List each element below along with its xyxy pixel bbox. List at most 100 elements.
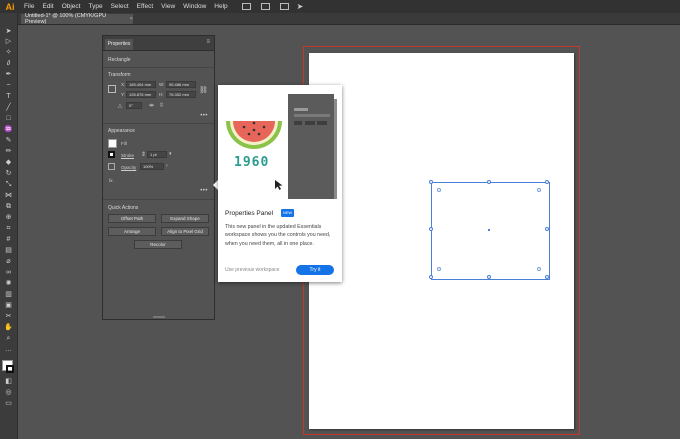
- shaper-tool-icon[interactable]: ✎: [4, 137, 13, 145]
- app-logo: Ai: [5, 1, 15, 12]
- flip-horizontal-icon[interactable]: ⇹: [149, 102, 154, 109]
- opacity-field[interactable]: 100%: [140, 163, 164, 170]
- opacity-icon: [108, 163, 115, 170]
- direct-selection-tool-icon[interactable]: ▷: [4, 38, 13, 46]
- expand-shape-button[interactable]: Expand Shape: [161, 214, 209, 223]
- stroke-stepper-icon[interactable]: ⇕: [141, 151, 146, 158]
- corner-widget[interactable]: [437, 267, 441, 271]
- use-previous-workspace-link[interactable]: Use previous workspace: [225, 267, 279, 273]
- perspective-grid-tool-icon[interactable]: ⌗: [4, 225, 13, 233]
- arrange-documents-icon[interactable]: [260, 3, 270, 10]
- angle-field[interactable]: 0°: [126, 102, 142, 109]
- artboard-tool-icon[interactable]: ▣: [4, 302, 13, 310]
- more-tools-icon[interactable]: …: [4, 346, 13, 354]
- fx-label[interactable]: fx.: [109, 178, 114, 183]
- resize-handle[interactable]: [429, 275, 433, 279]
- watermelon-icon: [226, 121, 282, 149]
- scale-tool-icon[interactable]: ⤡: [4, 181, 13, 189]
- rotate-tool-icon[interactable]: ↻: [4, 170, 13, 178]
- corner-widget[interactable]: [437, 188, 441, 192]
- opacity-label[interactable]: Opacity: [121, 165, 136, 170]
- panel-resize-grip[interactable]: [153, 316, 165, 318]
- gradient-tool-icon[interactable]: ▤: [4, 247, 13, 255]
- try-it-button[interactable]: Try it: [296, 265, 334, 275]
- paintbrush-tool-icon[interactable]: ♒: [4, 126, 13, 134]
- align-to-pixel-grid-button[interactable]: Align to Pixel Grid: [161, 227, 209, 236]
- recolor-button[interactable]: Recolor: [134, 240, 182, 249]
- fill-label: Fill: [121, 141, 127, 146]
- mesh-tool-icon[interactable]: #: [4, 236, 13, 244]
- document-tab[interactable]: Untitled-1* @ 100% (CMYK/GPU Preview) ×: [21, 13, 133, 25]
- stroke-swatch[interactable]: [108, 151, 115, 158]
- hand-tool-icon[interactable]: ✋: [4, 324, 13, 332]
- resize-handle[interactable]: [429, 227, 433, 231]
- close-tab-icon[interactable]: ×: [130, 16, 133, 22]
- offset-path-button[interactable]: Offset Path: [108, 214, 156, 223]
- menu-effect[interactable]: Effect: [133, 3, 158, 10]
- resize-handle[interactable]: [545, 227, 549, 231]
- fill-swatch[interactable]: [108, 139, 117, 148]
- y-field[interactable]: 126.876 mm: [126, 91, 156, 98]
- width-tool-icon[interactable]: ⋈: [4, 192, 13, 200]
- eraser-tool-icon[interactable]: ◆: [4, 159, 13, 167]
- resize-handle[interactable]: [545, 275, 549, 279]
- appearance-title: Appearance: [108, 128, 135, 134]
- appearance-more-options[interactable]: •••: [200, 188, 208, 194]
- eyedropper-tool-icon[interactable]: ⌀: [4, 258, 13, 266]
- resize-handle[interactable]: [487, 180, 491, 184]
- column-graph-tool-icon[interactable]: ▥: [4, 291, 13, 299]
- h-field[interactable]: 76.352 mm: [166, 91, 196, 98]
- transform-title: Transform: [108, 72, 131, 78]
- menu-file[interactable]: File: [20, 3, 38, 10]
- flip-vertical-icon[interactable]: ⇳: [159, 102, 164, 109]
- lasso-tool-icon[interactable]: ∂: [4, 60, 13, 68]
- free-transform-tool-icon[interactable]: ⧉: [4, 203, 13, 211]
- line-tool-icon[interactable]: ╱: [4, 104, 13, 112]
- menu-view[interactable]: View: [157, 3, 179, 10]
- curvature-tool-icon[interactable]: ~: [4, 82, 13, 90]
- chevron-right-icon[interactable]: ›: [166, 163, 168, 169]
- properties-tab[interactable]: Properties: [105, 39, 133, 50]
- shape-builder-tool-icon[interactable]: ⊕: [4, 214, 13, 222]
- menu-window[interactable]: Window: [179, 3, 210, 10]
- blend-tool-icon[interactable]: ∞: [4, 269, 13, 277]
- stroke-weight-field[interactable]: 1 pt: [147, 151, 167, 158]
- type-tool-icon[interactable]: T: [4, 93, 13, 101]
- send-icon[interactable]: ➤: [297, 2, 304, 11]
- menu-select[interactable]: Select: [107, 3, 133, 10]
- zoom-tool-icon[interactable]: ⌕: [4, 335, 13, 343]
- resize-handle[interactable]: [487, 275, 491, 279]
- x-field[interactable]: 165.404 mm: [126, 81, 156, 88]
- resize-handle[interactable]: [429, 180, 433, 184]
- resize-handle[interactable]: [545, 180, 549, 184]
- popup-description: This new panel in the updated Essentials…: [225, 224, 331, 247]
- workspace-grid-icon[interactable]: [279, 3, 289, 10]
- bridge-icon[interactable]: [241, 3, 251, 10]
- pen-tool-icon[interactable]: ✒: [4, 71, 13, 79]
- menu-object[interactable]: Object: [58, 3, 85, 10]
- w-field[interactable]: 95.486 mm: [166, 81, 196, 88]
- rectangle-tool-icon[interactable]: □: [4, 115, 13, 123]
- arrange-button[interactable]: Arrange: [108, 227, 156, 236]
- transform-more-options[interactable]: •••: [200, 113, 208, 119]
- magic-wand-tool-icon[interactable]: ✧: [4, 49, 13, 57]
- draw-mode-icon[interactable]: ◎: [4, 389, 13, 397]
- corner-widget[interactable]: [537, 267, 541, 271]
- slice-tool-icon[interactable]: ✂: [4, 313, 13, 321]
- chevron-down-icon[interactable]: ▾: [169, 151, 172, 157]
- selected-rectangle[interactable]: [431, 182, 550, 280]
- reference-point-icon[interactable]: [108, 85, 116, 93]
- stroke-color-swatch[interactable]: [6, 365, 14, 373]
- screen-mode-icon[interactable]: ▭: [4, 400, 13, 408]
- stroke-label[interactable]: Stroke: [121, 153, 134, 158]
- color-mode-icon[interactable]: ◧: [4, 378, 13, 386]
- symbol-sprayer-tool-icon[interactable]: ✺: [4, 280, 13, 288]
- panel-menu-icon[interactable]: ≡: [206, 39, 210, 45]
- corner-widget[interactable]: [537, 188, 541, 192]
- menu-edit[interactable]: Edit: [38, 3, 57, 10]
- constrain-proportions-icon[interactable]: ⛓: [199, 86, 208, 94]
- selection-tool-icon[interactable]: ➤: [4, 28, 13, 36]
- menu-type[interactable]: Type: [84, 3, 106, 10]
- menu-help[interactable]: Help: [210, 3, 231, 10]
- pencil-tool-icon[interactable]: ✏: [4, 148, 13, 156]
